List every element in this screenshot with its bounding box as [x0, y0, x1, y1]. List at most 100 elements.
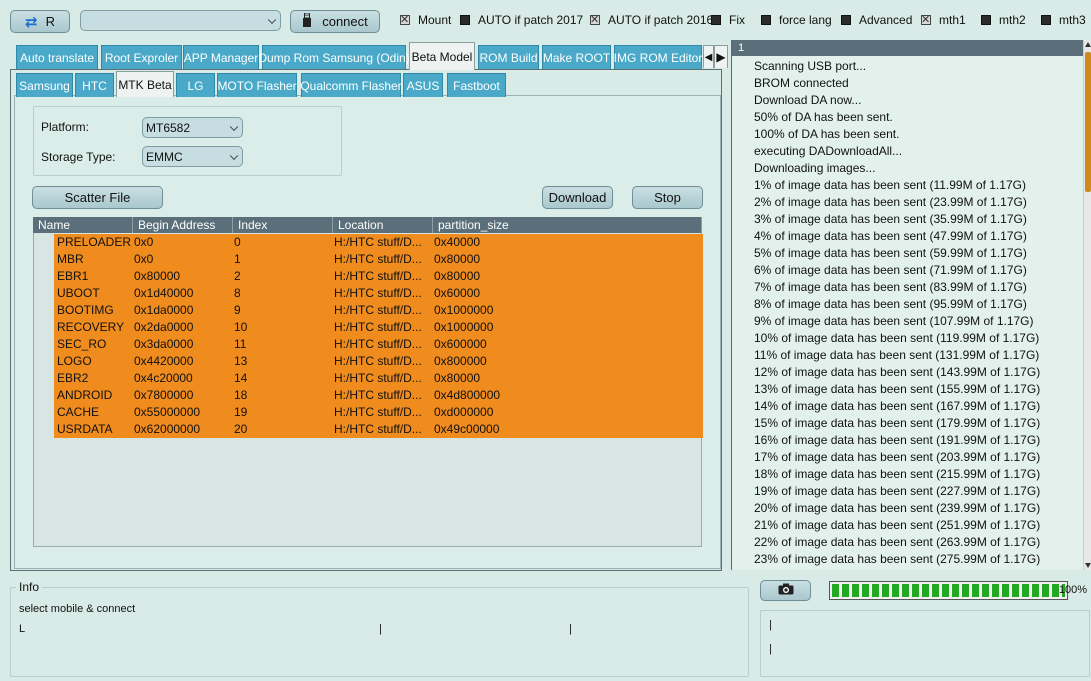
checkbox-label: AUTO if patch 2017 — [478, 13, 584, 27]
log-scrollbar[interactable] — [1083, 40, 1091, 570]
table-cell: H:/HTC stuff/D... — [334, 252, 422, 266]
log-line: Downloading images... — [754, 161, 876, 175]
table-row[interactable]: BOOTIMG 0x1da0000 9 H:/HTC stuff/D... 0x1000… — [54, 302, 703, 319]
table-row[interactable]: RECOVERY 0x2da0000 10 H:/HTC stuff/D... 0x10… — [54, 319, 703, 336]
table-cell: 0x4d800000 — [434, 388, 501, 402]
checkbox-fix[interactable]: Fix — [711, 13, 745, 27]
scroll-up-icon[interactable] — [1085, 42, 1091, 47]
table-cell: H:/HTC stuff/D... — [334, 422, 422, 436]
checkbox-label: mth3 — [1059, 13, 1086, 27]
table-cell: H:/HTC stuff/D... — [334, 235, 422, 249]
checkbox-auto-if-patch-2017[interactable]: AUTO if patch 2017 — [460, 13, 583, 27]
table-cell: 0x1d40000 — [134, 286, 194, 300]
tab-beta-model[interactable]: Beta Model — [409, 42, 475, 70]
table-row[interactable]: USRDATA 0x62000000 20 H:/HTC stuff/D... 0x49… — [54, 421, 703, 438]
table-row[interactable]: EBR2 0x4c20000 14 H:/HTC stuff/D... 0x80000 — [54, 370, 703, 387]
tab-make-root[interactable]: Make ROOT — [542, 45, 611, 69]
checkbox-box[interactable] — [460, 15, 470, 25]
checkbox-force-lang[interactable]: force lang — [761, 13, 832, 27]
download-button[interactable]: Download — [542, 186, 613, 209]
log-line: 100% of DA has been sent. — [754, 127, 900, 141]
refresh-icon: ⇄ — [25, 13, 38, 31]
subtab-htc[interactable]: HTC — [75, 73, 114, 97]
column-header[interactable]: Index — [233, 217, 333, 233]
tab-root-exproler[interactable]: Root Exproler — [101, 45, 182, 69]
checkbox-mount[interactable]: Mount — [400, 13, 451, 27]
table-cell: 0x49c00000 — [434, 422, 500, 436]
column-header[interactable]: Location — [333, 217, 433, 233]
table-row[interactable]: LOGO 0x4420000 13 H:/HTC stuff/D... 0x800000 — [54, 353, 703, 370]
log-line: 6% of image data has been sent (71.99M o… — [754, 263, 1027, 277]
tab-auto-translate[interactable]: Auto translate — [16, 45, 98, 69]
table-cell: USRDATA — [57, 422, 113, 436]
table-cell: 0x800000 — [434, 354, 487, 368]
tab-rom-build[interactable]: ROM Build — [478, 45, 539, 69]
checkbox-box[interactable] — [981, 15, 991, 25]
table-row[interactable]: UBOOT 0x1d40000 8 H:/HTC stuff/D... 0x60000 — [54, 285, 703, 302]
scroll-down-icon[interactable] — [1085, 563, 1091, 568]
checkbox-auto-if-patch-2016[interactable]: AUTO if patch 2016 — [590, 13, 713, 27]
checkbox-box[interactable] — [761, 15, 771, 25]
screenshot-button[interactable] — [760, 580, 811, 601]
subtab-lg[interactable]: LG — [176, 73, 215, 97]
table-cell: 11 — [234, 337, 247, 351]
tab-scroll-left[interactable]: ◀ — [703, 45, 714, 68]
table-cell: 0x80000 — [134, 269, 181, 283]
status-mid-2: | — [569, 623, 572, 635]
platform-combo[interactable]: MT6582 — [142, 117, 243, 138]
checkbox-box[interactable] — [1041, 15, 1051, 25]
checkbox-label: mth1 — [939, 13, 966, 27]
column-header[interactable]: partition_size — [433, 217, 702, 233]
subtab-mtk-beta[interactable]: MTK Beta — [116, 71, 174, 97]
log-line: 17% of image data has been sent (203.99M… — [754, 450, 1041, 464]
column-header[interactable]: Begin Address — [133, 217, 233, 233]
table-row[interactable]: EBR1 0x80000 2 H:/HTC stuff/D... 0x80000 — [54, 268, 703, 285]
tab-app-manager[interactable]: APP Manager — [183, 45, 259, 69]
table-row[interactable]: MBR 0x0 1 H:/HTC stuff/D... 0x80000 — [54, 251, 703, 268]
refresh-label: R — [45, 14, 55, 29]
progress-label: 100% — [1058, 584, 1087, 596]
subtab-asus[interactable]: ASUS — [403, 73, 443, 97]
checkbox-box[interactable] — [590, 13, 600, 27]
checkbox-mth3[interactable]: mth3 — [1041, 13, 1086, 27]
checkbox-mth1[interactable]: mth1 — [921, 13, 966, 27]
table-cell: 20 — [234, 422, 248, 436]
table-cell: 0x0 — [134, 252, 154, 266]
table-row[interactable]: ANDROID 0x7800000 18 H:/HTC stuff/D... 0x4d8… — [54, 387, 703, 404]
table-row[interactable]: SEC_RO 0x3da0000 11 H:/HTC stuff/D... 0x6000… — [54, 336, 703, 353]
checkbox-box[interactable] — [400, 13, 410, 27]
subtab-fastboot[interactable]: Fastboot — [447, 73, 506, 97]
tab-dump-rom-samsung-odin[interactable]: Dump Rom Samsung (Odin) — [258, 45, 410, 69]
tab-scroll-right[interactable]: ▶ — [714, 45, 728, 68]
log-line: 2% of image data has been sent (23.99M o… — [754, 195, 1027, 209]
table-cell: 0x4c20000 — [134, 371, 193, 385]
subtab-qualcomm-flasher[interactable]: Qualcomm Flasher — [300, 73, 402, 97]
checkbox-mth2[interactable]: mth2 — [981, 13, 1026, 27]
connect-button[interactable]: connect — [290, 10, 380, 33]
scatter-file-button[interactable]: Scatter File — [32, 186, 163, 209]
table-row[interactable]: CACHE 0x55000000 19 H:/HTC stuff/D... 0xd000… — [54, 404, 703, 421]
log-line: 13% of image data has been sent (155.99M… — [754, 382, 1041, 396]
port-combo[interactable] — [80, 10, 281, 31]
table-cell: 10 — [234, 320, 248, 334]
storage-combo[interactable]: EMMC — [142, 146, 243, 167]
refresh-button[interactable]: ⇄ R — [10, 10, 70, 33]
platform-label: Platform: — [41, 120, 90, 134]
checkbox-box[interactable] — [921, 13, 931, 27]
checkbox-advanced[interactable]: Advanced — [841, 13, 912, 27]
platform-value: MT6582 — [146, 120, 191, 135]
column-header[interactable]: Name — [33, 217, 133, 233]
scroll-thumb[interactable] — [1085, 52, 1091, 192]
usb-icon — [302, 12, 312, 30]
chevron-down-icon — [229, 122, 239, 131]
table-cell: 0x2da0000 — [134, 320, 194, 334]
subtab-samsung[interactable]: Samsung — [16, 73, 73, 97]
tab-img-rom-editor[interactable]: IMG ROM Editor — [614, 45, 702, 69]
table-row[interactable]: PRELOADER 0x0 0 H:/HTC stuff/D... 0x40000 — [54, 234, 703, 251]
checkbox-box[interactable] — [841, 15, 851, 25]
checkbox-label: Mount — [418, 13, 452, 27]
stop-button[interactable]: Stop — [632, 186, 703, 209]
subtab-moto-flasher[interactable]: MOTO Flasher — [217, 73, 297, 97]
checkbox-box[interactable] — [711, 15, 721, 25]
table-cell: 0x3da0000 — [134, 337, 194, 351]
